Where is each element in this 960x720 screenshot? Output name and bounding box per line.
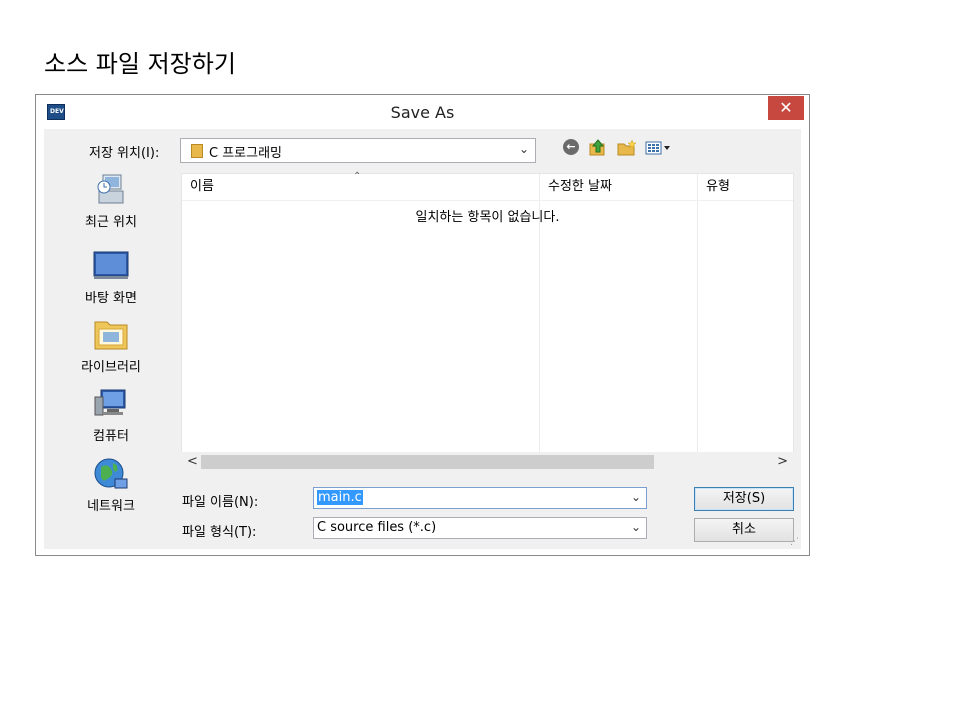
scroll-left-icon[interactable]: < <box>187 452 198 471</box>
views-menu-icon[interactable] <box>645 139 677 157</box>
filetype-select[interactable]: C source files (*.c) ⌄ <box>313 517 647 539</box>
filename-value: main.c <box>317 490 363 505</box>
place-label: 바탕 화면 <box>85 291 137 306</box>
place-computer[interactable]: 컴퓨터 <box>48 387 174 444</box>
place-libraries[interactable]: 라이브러리 <box>48 318 174 375</box>
up-folder-icon[interactable] <box>589 139 607 157</box>
title-bar[interactable]: DEV Save As ✕ <box>36 95 809 129</box>
back-icon[interactable]: ← <box>563 139 581 157</box>
slide-title: 소스 파일 저장하기 <box>44 50 236 78</box>
header-divider <box>182 200 793 201</box>
scrollbar-thumb[interactable] <box>201 455 654 469</box>
libraries-icon <box>93 318 129 352</box>
horizontal-scrollbar[interactable]: < > <box>181 452 794 471</box>
chevron-down-icon[interactable]: ⌄ <box>631 490 641 504</box>
place-recent[interactable]: 최근 위치 <box>48 173 174 230</box>
place-label: 라이브러리 <box>81 360 141 375</box>
column-header-date[interactable]: 수정한 날짜 <box>548 174 612 200</box>
column-header-type[interactable]: 유형 <box>706 174 730 200</box>
look-in-value: C 프로그래밍 <box>209 146 283 161</box>
place-label: 컴퓨터 <box>93 429 129 444</box>
desktop-icon <box>93 249 129 283</box>
filetype-value: C source files (*.c) <box>317 520 437 535</box>
places-bar: 최근 위치 바탕 화면 라이브러리 컴퓨터 네트워크 <box>48 173 174 543</box>
sort-ascending-icon: ⌃ <box>353 171 362 182</box>
folder-icon <box>191 144 203 158</box>
window-title: Save As <box>390 103 455 122</box>
cancel-button[interactable]: 취소 <box>694 518 794 542</box>
recent-places-icon <box>93 173 129 207</box>
column-header-name[interactable]: 이름 <box>190 174 214 200</box>
filename-label: 파일 이름(N): <box>182 495 259 510</box>
place-network[interactable]: 네트워크 <box>48 457 174 514</box>
empty-message: 일치하는 항목이 없습니다. <box>415 210 560 225</box>
look-in-label: 저장 위치(I): <box>89 146 160 161</box>
computer-icon <box>93 387 129 421</box>
filetype-label: 파일 형식(T): <box>182 525 257 540</box>
file-list[interactable]: 이름 ⌃ 수정한 날짜 유형 일치하는 항목이 없습니다. <box>181 171 794 471</box>
chevron-down-icon: ⌄ <box>518 142 529 156</box>
save-button[interactable]: 저장(S) <box>694 487 794 511</box>
filename-input[interactable]: main.c ⌄ <box>313 487 647 509</box>
close-button[interactable]: ✕ <box>768 96 804 120</box>
network-icon <box>93 457 129 491</box>
resize-grip-icon[interactable]: ⋰ <box>790 537 799 547</box>
place-label: 네트워크 <box>87 499 135 514</box>
place-label: 최근 위치 <box>85 215 137 230</box>
dialog-body: 저장 위치(I): C 프로그래밍 ⌄ ← 최근 위치 바탕 화면 라이브러리 … <box>44 129 801 549</box>
save-as-dialog: DEV Save As ✕ 저장 위치(I): C 프로그래밍 ⌄ ← 최근 위… <box>35 94 810 556</box>
chevron-down-icon: ⌄ <box>630 520 641 534</box>
place-desktop[interactable]: 바탕 화면 <box>48 249 174 306</box>
look-in-dropdown[interactable]: C 프로그래밍 ⌄ <box>180 138 536 163</box>
scroll-right-icon[interactable]: > <box>777 452 788 471</box>
new-folder-icon[interactable] <box>617 139 637 157</box>
